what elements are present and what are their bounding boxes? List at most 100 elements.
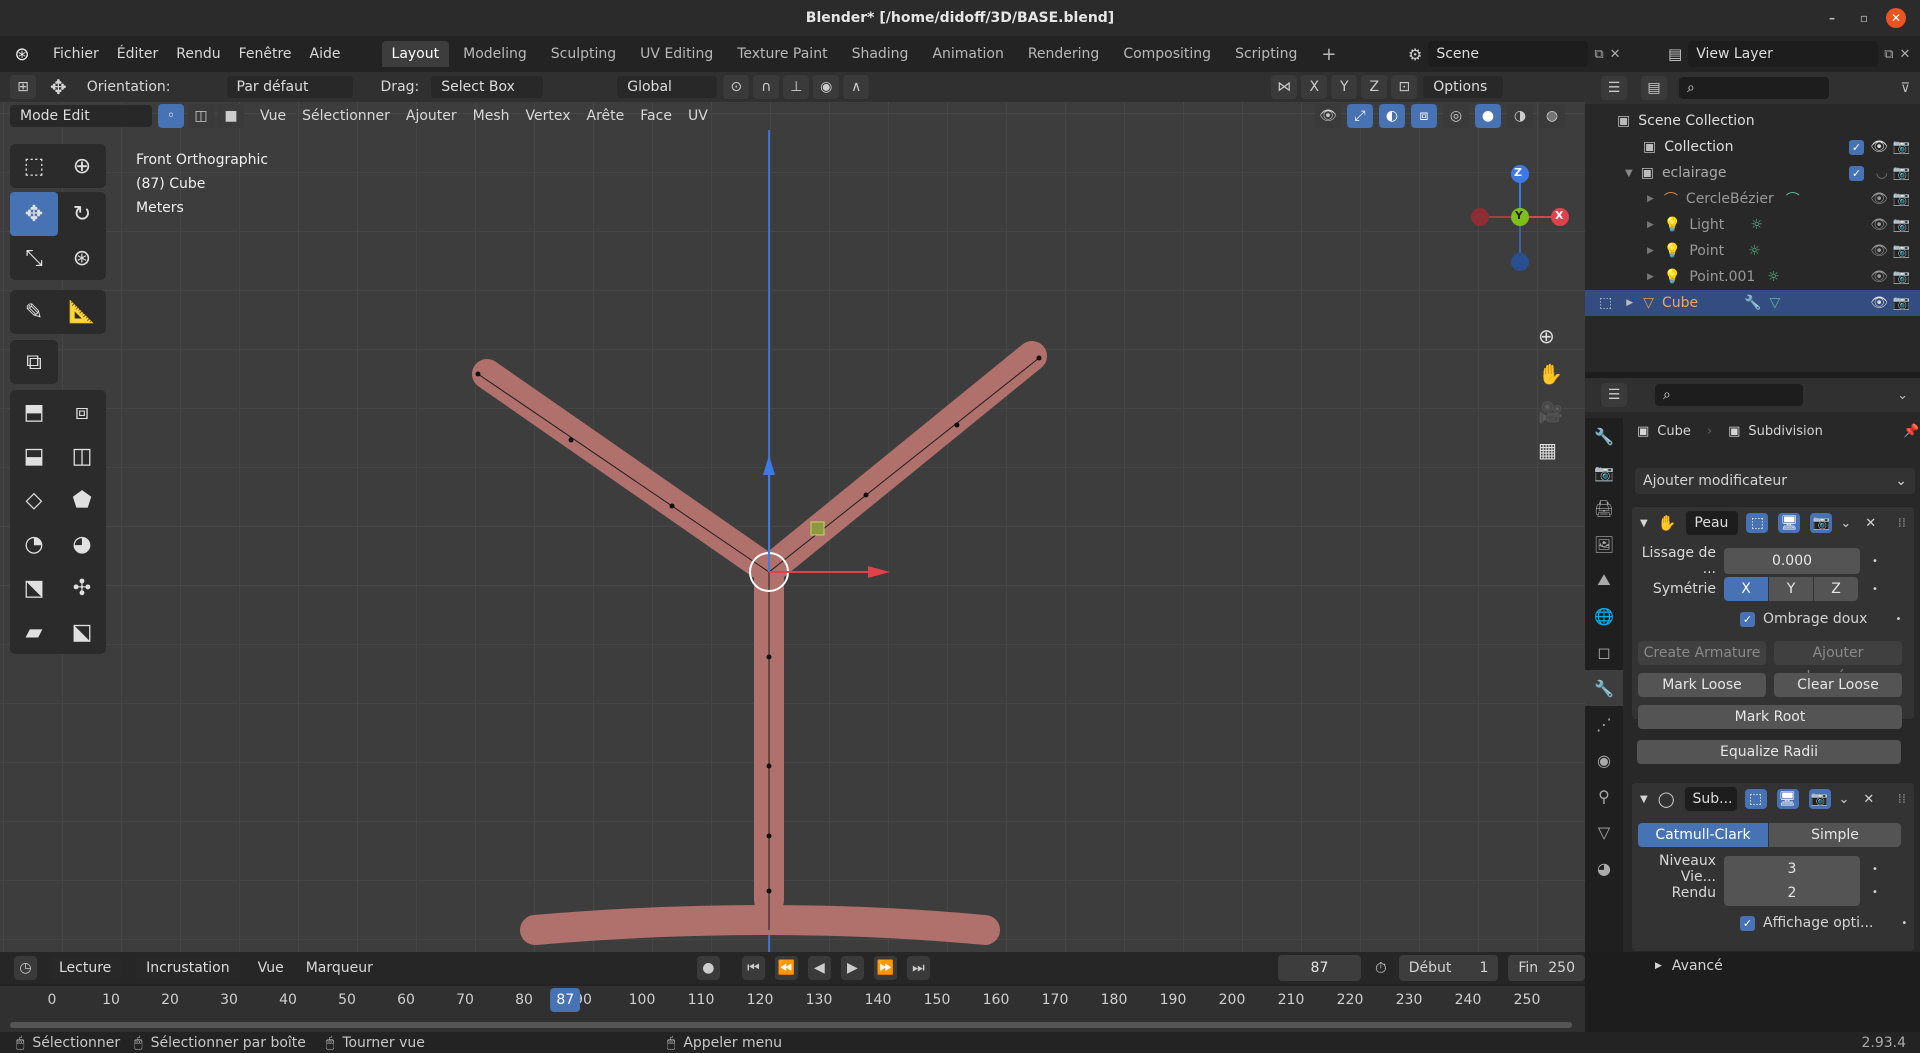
next-keyframe-icon[interactable]: ⏩ bbox=[873, 956, 897, 980]
edge-select-icon[interactable]: ◫ bbox=[188, 104, 214, 128]
menu-aide[interactable]: Aide bbox=[301, 46, 350, 62]
auto-merge-icon[interactable]: ⊡ bbox=[1391, 75, 1418, 99]
advanced-subpanel[interactable]: ▶ Avancé bbox=[1655, 958, 1723, 974]
mark-root-button[interactable]: Mark Root bbox=[1638, 705, 1902, 729]
exclude-checkbox[interactable]: ✓ bbox=[1849, 165, 1864, 181]
exclude-checkbox[interactable]: ✓ bbox=[1849, 139, 1864, 155]
data-tab-icon[interactable]: ▽ bbox=[1585, 814, 1623, 850]
view-layer-icon[interactable]: ▤ bbox=[1668, 45, 1682, 63]
scene-field[interactable]: Scene bbox=[1428, 41, 1589, 67]
smooth-value-field[interactable]: 0.000 bbox=[1724, 548, 1860, 574]
smooth-shading-checkbox[interactable]: ✓ bbox=[1740, 611, 1755, 627]
properties-search-input[interactable]: ⌕ bbox=[1655, 384, 1803, 406]
expand-arrow-icon[interactable]: ▼ bbox=[1625, 168, 1633, 179]
material-shading-icon[interactable]: ◑ bbox=[1507, 104, 1533, 128]
navigation-gizmo[interactable]: Z Y X bbox=[1468, 152, 1578, 292]
add-data-button[interactable]: Ajouter données... bbox=[1774, 641, 1902, 685]
scene-icon[interactable]: ⚙ bbox=[1408, 45, 1422, 64]
new-scene-icon[interactable]: ⧉ bbox=[1594, 47, 1603, 62]
timeline-ruler[interactable]: 0 10 20 30 40 50 60 70 80 90 100 110 120 130 140 150 160… bbox=[0, 986, 1585, 1032]
playhead-frame-label[interactable]: 87 bbox=[550, 988, 581, 1012]
mirror-z-button[interactable]: Z bbox=[1361, 75, 1388, 99]
viewport-toggle-icon[interactable]: 🖥 bbox=[1776, 789, 1799, 809]
remove-modifier-icon[interactable]: ✕ bbox=[1865, 516, 1876, 531]
blender-logo-icon[interactable]: ⊛ bbox=[0, 44, 44, 65]
overlay-icon[interactable]: ◐ bbox=[1379, 104, 1405, 128]
view-layer-tab-icon[interactable]: 🖼 bbox=[1585, 526, 1623, 562]
orientation-dropdown[interactable]: Par défaut bbox=[226, 76, 353, 98]
play-reverse-icon[interactable]: ◀ bbox=[807, 956, 831, 980]
expand-arrow-icon[interactable]: ▶ bbox=[1647, 194, 1654, 204]
keyframe-dot-icon[interactable]: • bbox=[1872, 864, 1878, 875]
move-x-arrow-icon[interactable] bbox=[868, 566, 890, 578]
mesh-canvas[interactable] bbox=[0, 130, 1585, 952]
tool-tab-icon[interactable]: 🔧 bbox=[1585, 418, 1623, 454]
tab-sculpting[interactable]: Sculpting bbox=[541, 41, 626, 67]
outliner-row[interactable]: ▣ Collection ✓ 👁 📷 bbox=[1585, 134, 1920, 160]
pivot-point-icon[interactable]: ⊙ bbox=[723, 75, 750, 99]
mirror-x-button[interactable]: X bbox=[1301, 75, 1328, 99]
eye-icon[interactable]: 👁 bbox=[1870, 217, 1888, 233]
scene-tab-icon[interactable]: ⛰ bbox=[1585, 562, 1623, 598]
keyframe-dot-icon[interactable]: • bbox=[1895, 614, 1901, 625]
close-icon[interactable]: ✕ bbox=[1886, 8, 1906, 28]
render-tab-icon[interactable]: 📷 bbox=[1585, 454, 1623, 490]
pin-icon[interactable]: 📌 bbox=[1903, 424, 1919, 439]
camera-icon[interactable]: 🎥 bbox=[1538, 400, 1563, 424]
tab-texture-paint[interactable]: Texture Paint bbox=[727, 41, 837, 67]
outliner-row[interactable]: ▶ ⌒ CercleBézier ⌒ 👁 📷 bbox=[1585, 186, 1920, 212]
modifier-tab-icon[interactable]: 🔧 bbox=[1585, 670, 1623, 706]
options-dropdown[interactable]: Options bbox=[1423, 76, 1504, 98]
optimal-display-checkbox[interactable]: ✓ bbox=[1740, 915, 1755, 931]
rendered-shading-icon[interactable]: ◍ bbox=[1539, 104, 1565, 128]
vertex-select-icon[interactable]: ◦ bbox=[158, 104, 184, 128]
world-tab-icon[interactable]: 🌐 bbox=[1585, 598, 1623, 634]
menu-face[interactable]: Face bbox=[632, 108, 680, 124]
outliner-row-selected[interactable]: ⬚ ▶ ▽ Cube 🔧 ▽ 👁 📷 bbox=[1585, 290, 1920, 316]
timeline-marker-menu[interactable]: Marqueur bbox=[298, 960, 381, 976]
outliner-row[interactable]: ▶ 💡 Light ☼ 👁 📷 bbox=[1585, 212, 1920, 238]
render-camera-icon[interactable]: 📷 bbox=[1893, 217, 1910, 233]
eye-icon[interactable]: 👁 bbox=[1870, 139, 1888, 155]
skin-mesh[interactable] bbox=[472, 341, 1047, 945]
end-frame-field[interactable]: Fin 250 bbox=[1508, 955, 1585, 981]
editor-type-icon[interactable]: ⊞ bbox=[10, 75, 36, 99]
physics-tab-icon[interactable]: ◉ bbox=[1585, 742, 1623, 778]
mode-dropdown[interactable]: Mode Edit bbox=[10, 105, 152, 127]
snap-icon[interactable]: ∩ bbox=[753, 75, 780, 99]
symmetry-x-button[interactable]: X bbox=[1724, 577, 1768, 601]
expand-arrow-icon[interactable]: ▶ bbox=[1647, 246, 1654, 256]
clear-loose-button[interactable]: Clear Loose bbox=[1774, 673, 1902, 697]
render-toggle-icon[interactable]: 📷 bbox=[1808, 789, 1831, 809]
visibility-icon[interactable]: 👁 bbox=[1315, 104, 1341, 128]
mirror-icon[interactable]: ⋈ bbox=[1271, 75, 1298, 99]
zoom-icon[interactable]: ⊕ bbox=[1538, 324, 1563, 348]
modifier-menu-icon[interactable]: ⌄ bbox=[1839, 792, 1850, 807]
tab-compositing[interactable]: Compositing bbox=[1113, 41, 1221, 67]
mirror-y-button[interactable]: Y bbox=[1331, 75, 1358, 99]
proportional-edit-icon[interactable]: ◉ bbox=[813, 75, 840, 99]
render-camera-icon[interactable]: 📷 bbox=[1893, 165, 1910, 181]
menu-ajouter[interactable]: Ajouter bbox=[398, 108, 465, 124]
tab-uv-editing[interactable]: UV Editing bbox=[630, 41, 723, 67]
eye-icon[interactable]: 👁 bbox=[1870, 269, 1888, 285]
face-select-icon[interactable]: ■ bbox=[218, 104, 244, 128]
solid-shading-icon[interactable]: ● bbox=[1475, 104, 1501, 128]
tab-modeling[interactable]: Modeling bbox=[453, 41, 537, 67]
mark-loose-button[interactable]: Mark Loose bbox=[1638, 673, 1766, 697]
render-toggle-icon[interactable]: 📷 bbox=[1810, 513, 1833, 533]
menu-fichier[interactable]: Fichier bbox=[44, 46, 108, 62]
playback-dropdown[interactable]: Lecture bbox=[49, 957, 123, 979]
menu-editer[interactable]: Éditer bbox=[108, 46, 167, 62]
subdivision-name-field[interactable]: Sub... bbox=[1684, 787, 1737, 811]
record-icon[interactable]: ● bbox=[696, 956, 720, 980]
viewport-toggle-icon[interactable]: 🖥 bbox=[1778, 513, 1801, 533]
remove-modifier-icon[interactable]: ✕ bbox=[1863, 792, 1874, 807]
collapse-arrow-icon[interactable]: ▼ bbox=[1640, 518, 1648, 529]
outliner-row[interactable]: ▶ 💡 Point.001 ☼ 👁 📷 bbox=[1585, 264, 1920, 290]
move-z-arrow-icon[interactable] bbox=[763, 455, 775, 475]
drag-handle-icon[interactable]: ⁞⁞ bbox=[1898, 516, 1906, 531]
3d-viewport[interactable]: ⊞ ✥ Orientation: Par défaut Drag: Select… bbox=[0, 72, 1585, 952]
gizmo-icon[interactable]: ⤢ bbox=[1347, 104, 1373, 128]
menu-uv[interactable]: UV bbox=[680, 108, 716, 124]
